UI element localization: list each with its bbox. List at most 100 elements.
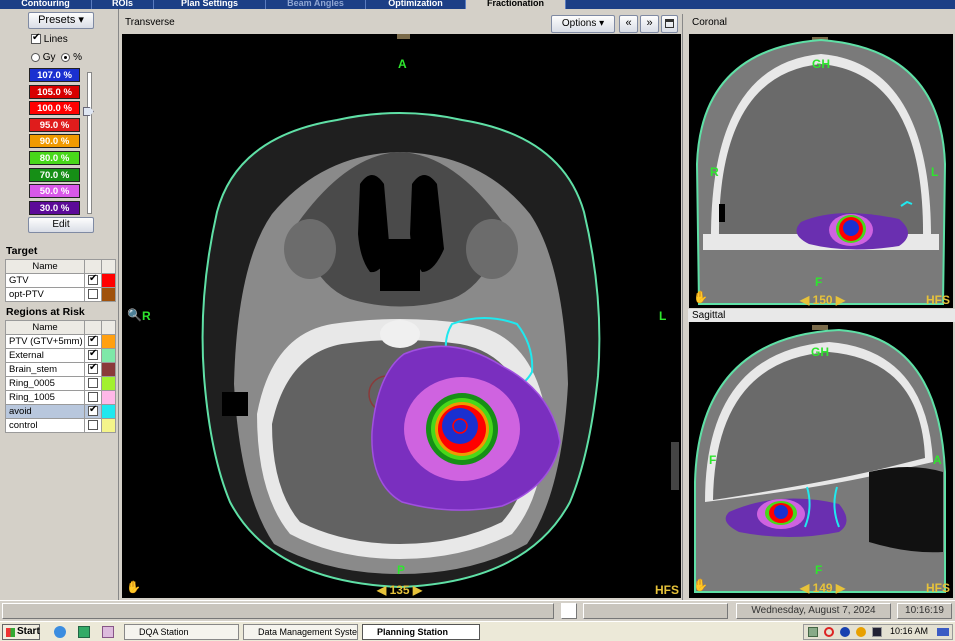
lines-toggle[interactable]: Lines bbox=[31, 32, 68, 45]
isodose-level[interactable]: 107.0 % bbox=[29, 68, 80, 82]
isodose-slider-track[interactable] bbox=[87, 72, 92, 214]
target-table: Name GTVopt-PTV bbox=[5, 259, 116, 302]
roi-row[interactable]: External bbox=[5, 348, 116, 363]
app-quicklaunch-icon[interactable] bbox=[102, 626, 114, 638]
options-button[interactable]: Options ▾ bbox=[551, 15, 615, 33]
isodose-level[interactable]: 105.0 % bbox=[29, 84, 80, 99]
start-label: Start bbox=[17, 626, 40, 637]
roi-visibility-checkbox[interactable] bbox=[88, 420, 98, 431]
roi-row[interactable]: avoid bbox=[5, 404, 116, 419]
maximize-icon[interactable] bbox=[661, 15, 678, 33]
transverse-title: Transverse bbox=[125, 17, 175, 28]
roi-visibility-cell bbox=[84, 404, 102, 419]
pan-hand-icon[interactable]: ✋ bbox=[126, 580, 141, 594]
pan-hand-icon[interactable]: ✋ bbox=[693, 578, 708, 592]
windows-logo-icon bbox=[6, 628, 15, 637]
coronal-slice-navigator[interactable]: ◀ 150 ▶ bbox=[800, 293, 845, 307]
roi-row[interactable]: Brain_stem bbox=[5, 362, 116, 377]
tab-fractionation[interactable]: Fractionation bbox=[466, 0, 566, 9]
roi-visibility-checkbox[interactable] bbox=[88, 406, 98, 417]
roi-row[interactable]: control bbox=[5, 418, 116, 433]
show-desktop-icon[interactable] bbox=[937, 628, 949, 636]
isodose-level[interactable]: 70.0 % bbox=[29, 167, 80, 182]
roi-color-swatch[interactable] bbox=[101, 334, 116, 349]
tab-rois[interactable]: ROIs bbox=[92, 0, 154, 9]
roi-color-swatch[interactable] bbox=[101, 362, 116, 377]
app-tray-icon[interactable] bbox=[872, 627, 882, 637]
roi-visibility-cell bbox=[84, 273, 102, 288]
isodose-level[interactable]: 90.0 % bbox=[29, 134, 80, 149]
start-button[interactable]: Start bbox=[2, 624, 40, 640]
previous-slice-icon[interactable]: « bbox=[619, 15, 638, 33]
patient-orientation-label: HFS bbox=[926, 293, 950, 307]
percent-radio[interactable] bbox=[61, 52, 71, 62]
roi-row[interactable]: Ring_1005 bbox=[5, 390, 116, 405]
sagittal-ct-image bbox=[694, 325, 946, 593]
security-icon[interactable] bbox=[840, 627, 850, 637]
coronal-left-label: L bbox=[931, 165, 939, 179]
transverse-viewport[interactable]: A P R 🔍 L ✋ ◀ 135 ▶ HFS bbox=[122, 34, 681, 598]
name-column-header: Name bbox=[5, 320, 85, 335]
roi-color-swatch[interactable] bbox=[101, 404, 116, 419]
roi-row[interactable]: opt-PTV bbox=[5, 287, 116, 302]
presets-button[interactable]: Presets ▾ bbox=[28, 12, 94, 29]
roi-color-swatch[interactable] bbox=[101, 376, 116, 391]
taskbar-item-planning-station[interactable]: Planning Station bbox=[362, 624, 480, 640]
zoom-icon[interactable]: 🔍 bbox=[127, 308, 142, 322]
roi-color-swatch[interactable] bbox=[101, 418, 116, 433]
roi-row[interactable]: GTV bbox=[5, 273, 116, 288]
no-sign-icon[interactable] bbox=[824, 627, 834, 637]
roi-row[interactable]: PTV (GTV+5mm) bbox=[5, 334, 116, 349]
taskbar-item-data-management[interactable]: Data Management Syste... bbox=[243, 624, 358, 640]
regions-at-risk-title: Regions at Risk bbox=[6, 306, 85, 318]
color-column-header bbox=[101, 259, 116, 274]
tab-optimization[interactable]: Optimization bbox=[366, 0, 466, 9]
roi-name: opt-PTV bbox=[5, 287, 85, 302]
coronal-header: Coronal bbox=[688, 14, 955, 32]
isodose-level[interactable]: 80.0 % bbox=[29, 151, 80, 165]
roi-visibility-checkbox[interactable] bbox=[88, 275, 98, 286]
viewport-splitter[interactable] bbox=[682, 14, 688, 600]
sagittal-viewport[interactable]: GH F A F ✋ ◀ 149 ▶ HFS bbox=[689, 322, 953, 598]
roi-name: Brain_stem bbox=[5, 362, 85, 377]
gy-label: Gy bbox=[42, 52, 56, 63]
slice-navigator[interactable]: ◀ 135 ▶ bbox=[377, 583, 422, 597]
roi-visibility-cell bbox=[84, 390, 102, 405]
roi-visibility-checkbox[interactable] bbox=[88, 289, 98, 300]
sagittal-slice-navigator[interactable]: ◀ 149 ▶ bbox=[800, 581, 845, 595]
pan-hand-icon[interactable]: ✋ bbox=[693, 290, 708, 304]
taskbar-item-dqa-station[interactable]: DQA Station bbox=[124, 624, 239, 640]
isodose-slider-thumb[interactable] bbox=[83, 107, 94, 116]
lines-checkbox[interactable] bbox=[31, 32, 41, 45]
roi-name: External bbox=[5, 348, 85, 363]
roi-visibility-checkbox[interactable] bbox=[88, 364, 98, 375]
isodose-level[interactable]: 100.0 % bbox=[29, 101, 80, 116]
roi-visibility-checkbox[interactable] bbox=[88, 336, 98, 347]
roi-visibility-checkbox[interactable] bbox=[88, 350, 98, 361]
gy-radio[interactable] bbox=[31, 52, 40, 62]
roi-visibility-checkbox[interactable] bbox=[88, 378, 98, 389]
roi-visibility-checkbox[interactable] bbox=[88, 392, 98, 403]
desktop-quicklaunch-icon[interactable] bbox=[78, 626, 90, 638]
isodose-level[interactable]: 50.0 % bbox=[29, 184, 80, 199]
coronal-ct-image bbox=[695, 37, 947, 305]
roi-row[interactable]: Ring_0005 bbox=[5, 376, 116, 391]
coronal-viewport[interactable]: GH R L F ✋ ◀ 150 ▶ HFS bbox=[689, 34, 953, 308]
roi-color-swatch[interactable] bbox=[101, 348, 116, 363]
browser-quicklaunch-icon[interactable] bbox=[54, 626, 66, 638]
roi-name: PTV (GTV+5mm) bbox=[5, 334, 85, 349]
roi-color-swatch[interactable] bbox=[101, 273, 116, 288]
coronal-bottom-label: F bbox=[815, 275, 823, 289]
roi-color-swatch[interactable] bbox=[101, 287, 116, 302]
isodose-level[interactable]: 95.0 % bbox=[29, 117, 80, 132]
next-slice-icon[interactable]: » bbox=[640, 15, 659, 33]
isodose-level[interactable]: 30.0 % bbox=[29, 200, 80, 215]
update-icon[interactable] bbox=[856, 627, 866, 637]
roi-color-swatch[interactable] bbox=[101, 390, 116, 405]
edit-isodose-button[interactable]: Edit bbox=[28, 217, 94, 233]
tab-plan-settings[interactable]: Plan Settings bbox=[154, 0, 266, 9]
network-icon[interactable] bbox=[808, 627, 818, 637]
tab-beam-angles[interactable]: Beam Angles bbox=[266, 0, 366, 9]
tab-contouring[interactable]: Contouring bbox=[0, 0, 92, 9]
left-label: L bbox=[659, 309, 667, 323]
